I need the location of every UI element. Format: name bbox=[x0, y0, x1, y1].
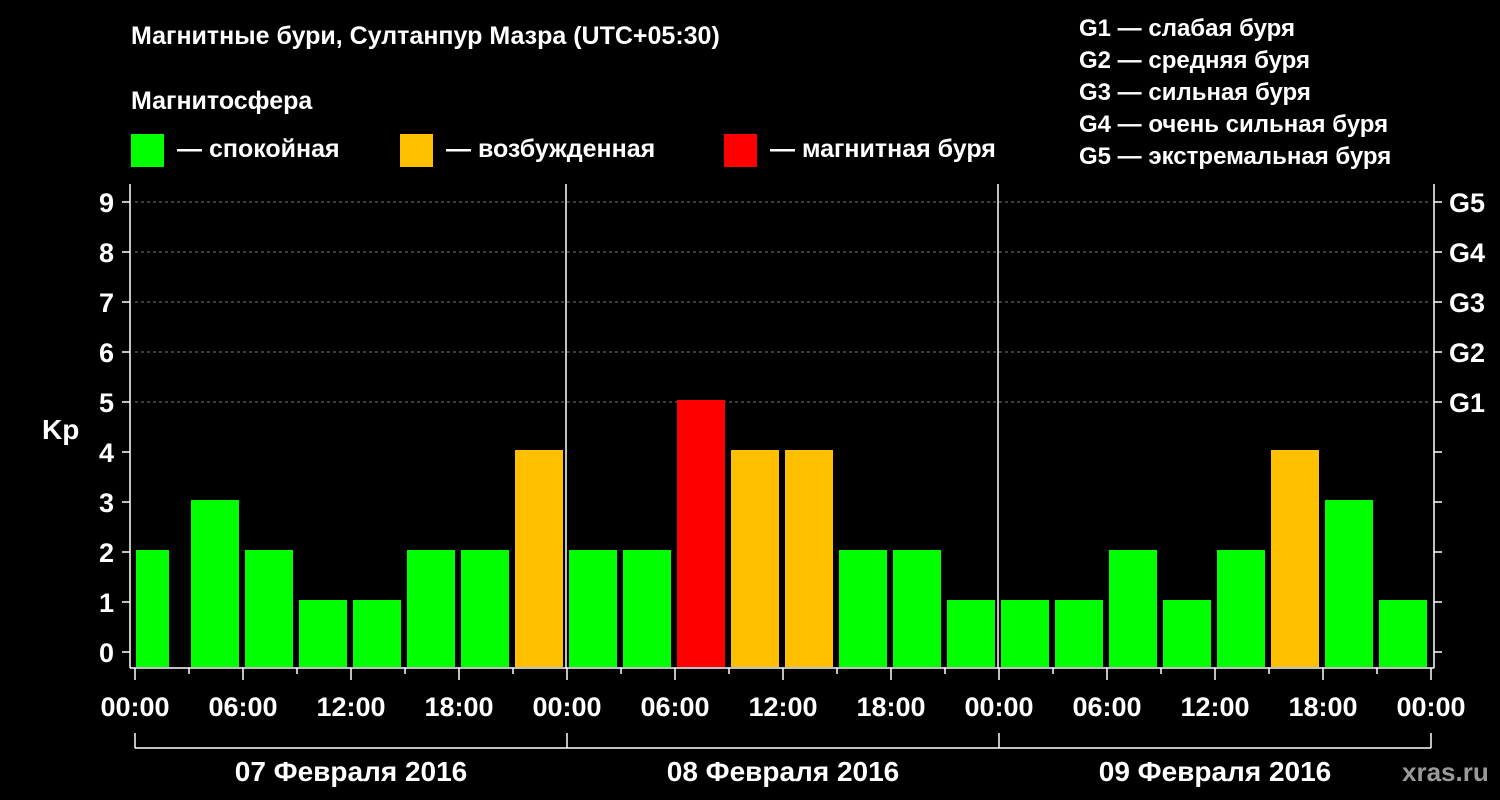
g-level-label: G3 bbox=[1449, 288, 1485, 318]
x-tick-label: 12:00 bbox=[316, 692, 385, 722]
y-tick-label: 6 bbox=[99, 338, 114, 368]
kp-bar bbox=[136, 550, 169, 667]
kp-bar bbox=[785, 450, 833, 667]
kp-bar bbox=[839, 550, 887, 667]
day-label: 08 Февраля 2016 bbox=[667, 756, 899, 787]
chart-title: Магнитные бури, Султанпур Мазра (UTC+05:… bbox=[131, 22, 720, 50]
y-tick-label: 1 bbox=[99, 588, 114, 618]
kp-bar bbox=[245, 550, 293, 667]
legend-label-quiet: — спокойная bbox=[177, 135, 340, 163]
day-label: 09 Февраля 2016 bbox=[1099, 756, 1331, 787]
x-tick-label: 12:00 bbox=[1180, 692, 1249, 722]
kp-bar bbox=[407, 550, 455, 667]
g-scale-g5: G5 — экстремальная буря bbox=[1079, 143, 1392, 170]
legend-heading: Магнитосфера bbox=[131, 87, 313, 115]
y-tick-label: 0 bbox=[99, 638, 114, 668]
g-level-label: G1 bbox=[1449, 388, 1485, 418]
legend-swatch-quiet bbox=[131, 134, 164, 167]
g-scale-g2: G2 — средняя буря bbox=[1079, 47, 1310, 74]
y-tick-label: 9 bbox=[99, 188, 114, 218]
kp-bar bbox=[731, 450, 779, 667]
x-tick-label: 06:00 bbox=[640, 692, 709, 722]
y-tick-label: 2 bbox=[99, 538, 114, 568]
g-scale-g4: G4 — очень сильная буря bbox=[1079, 111, 1389, 138]
kp-bar bbox=[947, 600, 995, 667]
kp-bar bbox=[299, 600, 347, 667]
legend-swatch-active bbox=[400, 134, 433, 167]
legend-label-storm: — магнитная буря bbox=[770, 135, 996, 163]
day-label: 07 Февраля 2016 bbox=[235, 756, 467, 787]
kp-bar bbox=[1271, 450, 1319, 667]
x-tick-label: 18:00 bbox=[424, 692, 493, 722]
x-tick-label: 06:00 bbox=[1072, 692, 1141, 722]
x-tick-label: 00:00 bbox=[964, 692, 1033, 722]
g-level-label: G4 bbox=[1449, 238, 1485, 268]
kp-bar bbox=[623, 550, 671, 667]
brand-watermark: xras.ru bbox=[1402, 757, 1489, 787]
kp-bar bbox=[677, 400, 725, 667]
g-level-label: G5 bbox=[1449, 188, 1485, 218]
x-tick-label: 12:00 bbox=[748, 692, 817, 722]
kp-bar bbox=[1325, 500, 1373, 667]
kp-bar bbox=[1001, 600, 1049, 667]
g-scale-g3: G3 — сильная буря bbox=[1079, 79, 1311, 106]
kp-bar bbox=[191, 500, 239, 667]
y-axis-label: Kp bbox=[42, 414, 80, 445]
kp-bar bbox=[1163, 600, 1211, 667]
g-level-label: G2 bbox=[1449, 338, 1485, 368]
y-tick-label: 4 bbox=[99, 438, 114, 468]
kp-bar bbox=[1379, 600, 1427, 667]
x-tick-label: 00:00 bbox=[1396, 692, 1465, 722]
kp-bar bbox=[515, 450, 563, 667]
y-tick-label: 3 bbox=[99, 488, 114, 518]
y-tick-label: 8 bbox=[99, 238, 114, 268]
x-tick-label: 00:00 bbox=[100, 692, 169, 722]
g-scale-g1: G1 — слабая буря bbox=[1079, 15, 1296, 42]
x-tick-label: 00:00 bbox=[532, 692, 601, 722]
kp-bar bbox=[1055, 600, 1103, 667]
kp-bar bbox=[461, 550, 509, 667]
legend-swatch-storm bbox=[724, 134, 757, 167]
x-tick-label: 18:00 bbox=[1288, 692, 1357, 722]
y-tick-label: 5 bbox=[99, 388, 114, 418]
x-tick-label: 18:00 bbox=[856, 692, 925, 722]
y-tick-label: 7 bbox=[99, 288, 114, 318]
kp-bar bbox=[353, 600, 401, 667]
kp-bar bbox=[893, 550, 941, 667]
kp-bar bbox=[1109, 550, 1157, 667]
kp-bar bbox=[1217, 550, 1265, 667]
x-tick-label: 06:00 bbox=[208, 692, 277, 722]
legend-label-active: — возбужденная bbox=[446, 135, 656, 163]
kp-bar bbox=[569, 550, 617, 667]
